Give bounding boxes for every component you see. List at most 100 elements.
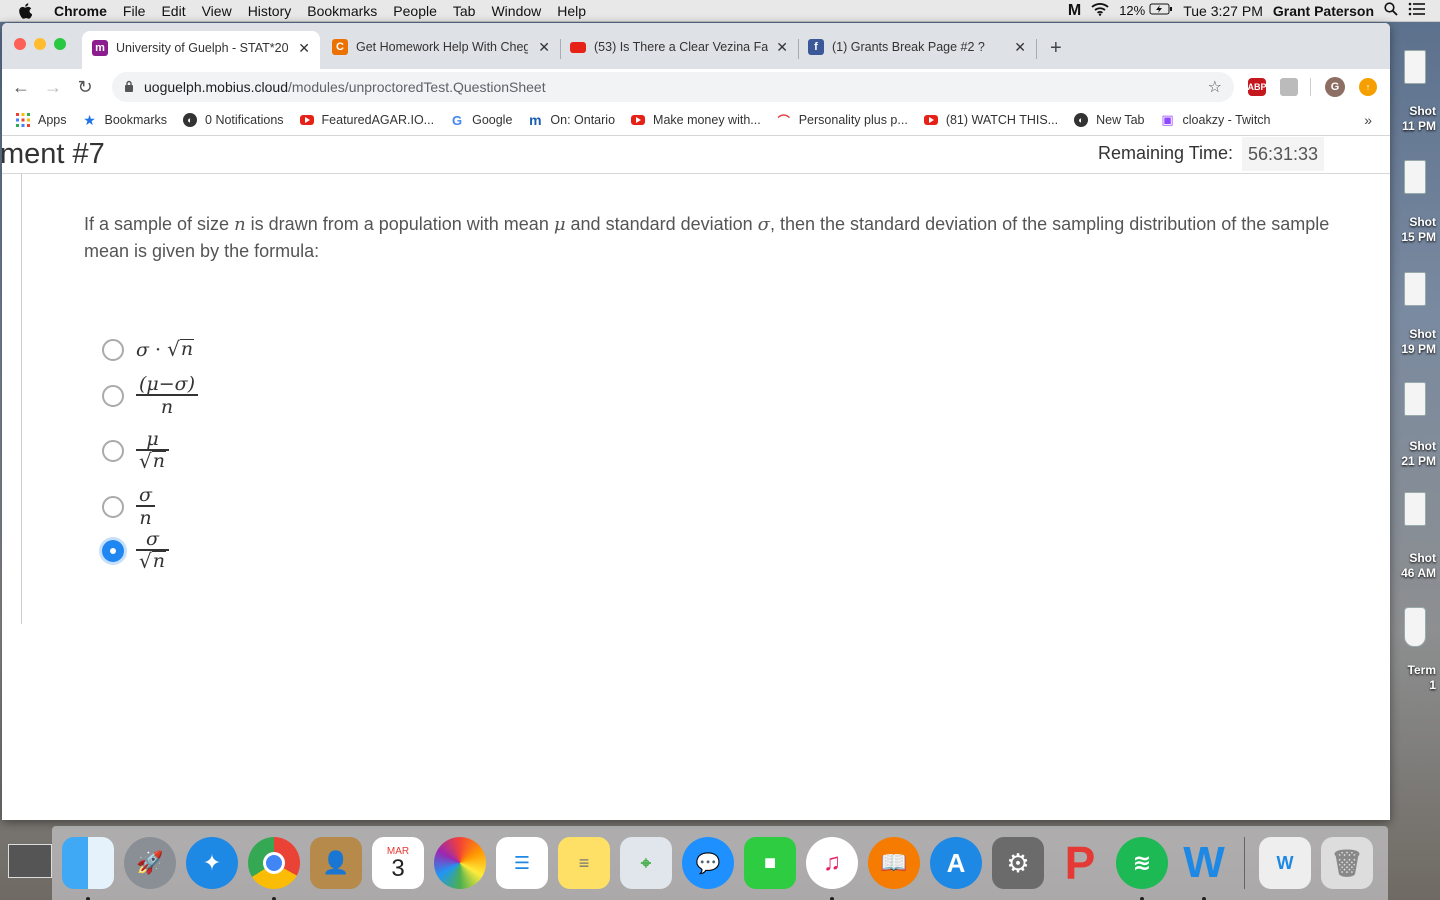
bookmark-watch-this[interactable]: (81) WATCH THIS... [923,113,1058,127]
notes-icon[interactable]: ≡ [558,837,610,889]
malwarebytes-icon[interactable]: M [1068,2,1081,20]
menu-window[interactable]: Window [483,3,549,19]
messages-icon[interactable]: 💬 [682,837,734,889]
radio-button[interactable] [102,339,124,361]
bookmark-bookmarks[interactable]: ★ Bookmarks [83,111,167,128]
bookmark-agar[interactable]: FeaturedAGAR.IO... [299,113,434,127]
tab-youtube[interactable]: (53) Is There a Clear Vezina Favo ✕ [560,31,798,63]
battery-percent: 12% [1119,3,1146,18]
close-tab-icon[interactable]: ✕ [1008,39,1026,56]
bookmark-ontario[interactable]: m On: Ontario [528,112,615,128]
ibooks-icon[interactable]: 📖 [868,837,920,889]
desktop-screenshot-thumbnail[interactable] [1404,160,1426,194]
page-content: ment #7 Remaining Time: 56:31:33 If a sa… [2,136,1390,820]
desktop-document-icon[interactable] [1404,607,1426,647]
menu-people[interactable]: People [385,3,445,19]
address-bar[interactable]: uoguelph.mobius.cloud/modules/unproctore… [112,72,1234,102]
menu-edit[interactable]: Edit [153,3,193,19]
answer-option-1[interactable]: σ · √ n [102,339,195,361]
bookmark-new-tab[interactable]: ◐ New Tab [1074,113,1145,127]
launchpad-rocket-icon[interactable]: 🚀 [124,837,176,889]
calendar-icon[interactable]: MAR 3 [372,837,424,889]
menubar-user[interactable]: Grant Paterson [1273,3,1374,19]
zoom-window-button[interactable] [54,38,66,50]
contacts-icon[interactable]: 👤 [310,837,362,889]
profile-avatar[interactable]: G [1325,77,1345,97]
finder-icon[interactable] [62,837,114,900]
close-window-button[interactable] [14,38,26,50]
wifi-icon[interactable] [1091,2,1109,19]
tab-facebook[interactable]: f (1) Grants Break Page #2 ? ✕ [798,31,1036,63]
answer-option-2[interactable]: (μ−σ) n [102,374,199,418]
system-preferences-gear-icon[interactable]: ⚙ [992,837,1044,889]
facetime-icon[interactable]: ■ [744,837,796,889]
desktop-file-label[interactable]: Shot 46 AM [1396,551,1436,581]
photos-icon[interactable] [434,837,486,889]
tab-chegg[interactable]: C Get Homework Help With Chegg ✕ [322,31,560,63]
desktop-screenshot-thumbnail[interactable] [1404,492,1426,526]
youtube-icon [631,115,646,125]
menu-bookmarks[interactable]: Bookmarks [299,3,385,19]
menu-view[interactable]: View [194,3,240,19]
answer-option-3[interactable]: μ √ n [102,429,169,473]
menu-file[interactable]: File [115,3,154,19]
star-icon: ★ [83,111,96,128]
close-tab-icon[interactable]: ✕ [770,39,788,56]
menu-history[interactable]: History [240,3,300,19]
menu-app-chrome[interactable]: Chrome [48,3,115,19]
safari-compass-icon[interactable]: ✦ [186,837,238,889]
desktop-file-label[interactable]: Shot 11 PM [1396,104,1436,134]
desktop-file-label[interactable]: Shot 21 PM [1396,439,1436,469]
bookmark-twitch[interactable]: ▣ cloakzy - Twitch [1161,112,1270,127]
close-tab-icon[interactable]: ✕ [292,40,310,57]
spotlight-search-icon[interactable] [1384,2,1398,19]
new-tab-button[interactable]: + [1050,37,1062,60]
itunes-music-icon[interactable]: ♫ [806,837,858,900]
radio-button[interactable] [102,384,124,407]
desktop-file-label[interactable]: Term 1 [1396,663,1436,693]
pocket-p-icon[interactable]: P [1054,837,1106,889]
extension-icon[interactable] [1280,78,1298,96]
answer-option-4[interactable]: σn [102,485,155,529]
bookmark-make-money[interactable]: Make money with... [631,113,761,127]
radio-button[interactable] [102,439,124,462]
chrome-icon[interactable] [248,837,300,900]
desktop-screenshot-thumbnail[interactable] [1404,50,1426,84]
desktop-screenshot-thumbnail[interactable] [1404,272,1426,306]
close-tab-icon[interactable]: ✕ [532,39,550,56]
menu-tab[interactable]: Tab [445,3,484,19]
desktop-file-label[interactable]: Shot 15 PM [1396,215,1436,245]
trash-icon[interactable]: 🗑 [1321,837,1373,889]
apple-icon[interactable] [18,2,38,19]
desktop-screenshot-thumbnail[interactable] [1404,382,1426,416]
maps-icon[interactable]: ⌖ [620,837,672,889]
adblock-extension-icon[interactable]: ABP [1248,78,1267,96]
reload-icon[interactable]: ↻ [72,77,98,98]
word-w-icon[interactable]: W [1178,837,1230,900]
desktop-file-label[interactable]: Shot 19 PM [1396,327,1436,357]
bookmark-apps[interactable]: Apps [16,113,67,127]
documents-stack-icon[interactable]: W [1259,837,1311,889]
bookmark-personality[interactable]: ⌒ Personality plus p... [777,113,908,128]
radio-button-selected[interactable] [102,539,124,562]
radio-button[interactable] [102,495,124,518]
forward-arrow-icon[interactable]: → [40,77,66,98]
battery-status[interactable]: 12% [1119,3,1173,18]
tab-mobius[interactable]: m University of Guelph - STAT*2060 ✕ [82,31,320,69]
menubar-clock[interactable]: Tue 3:27 PM [1183,3,1263,19]
spotify-icon[interactable]: ≋ [1116,837,1168,900]
more-bookmarks-icon[interactable]: » [1364,112,1372,128]
update-arrow-icon[interactable]: ↑ [1359,78,1377,96]
lock-icon[interactable] [124,79,134,95]
minimize-window-button[interactable] [34,38,46,50]
app-store-icon[interactable]: A [930,837,982,889]
notification-center-icon[interactable] [1408,2,1426,19]
answer-option-5[interactable]: σ √ n [102,529,169,573]
bookmark-star-icon[interactable]: ☆ [1208,77,1222,97]
minimized-window-thumbnail[interactable] [8,844,52,878]
bookmark-google[interactable]: G Google [450,113,512,128]
back-arrow-icon[interactable]: ← [8,77,34,98]
bookmark-notifications[interactable]: ◐ 0 Notifications [183,113,284,127]
reminders-icon[interactable]: ☰ [496,837,548,889]
menu-help[interactable]: Help [549,3,594,19]
